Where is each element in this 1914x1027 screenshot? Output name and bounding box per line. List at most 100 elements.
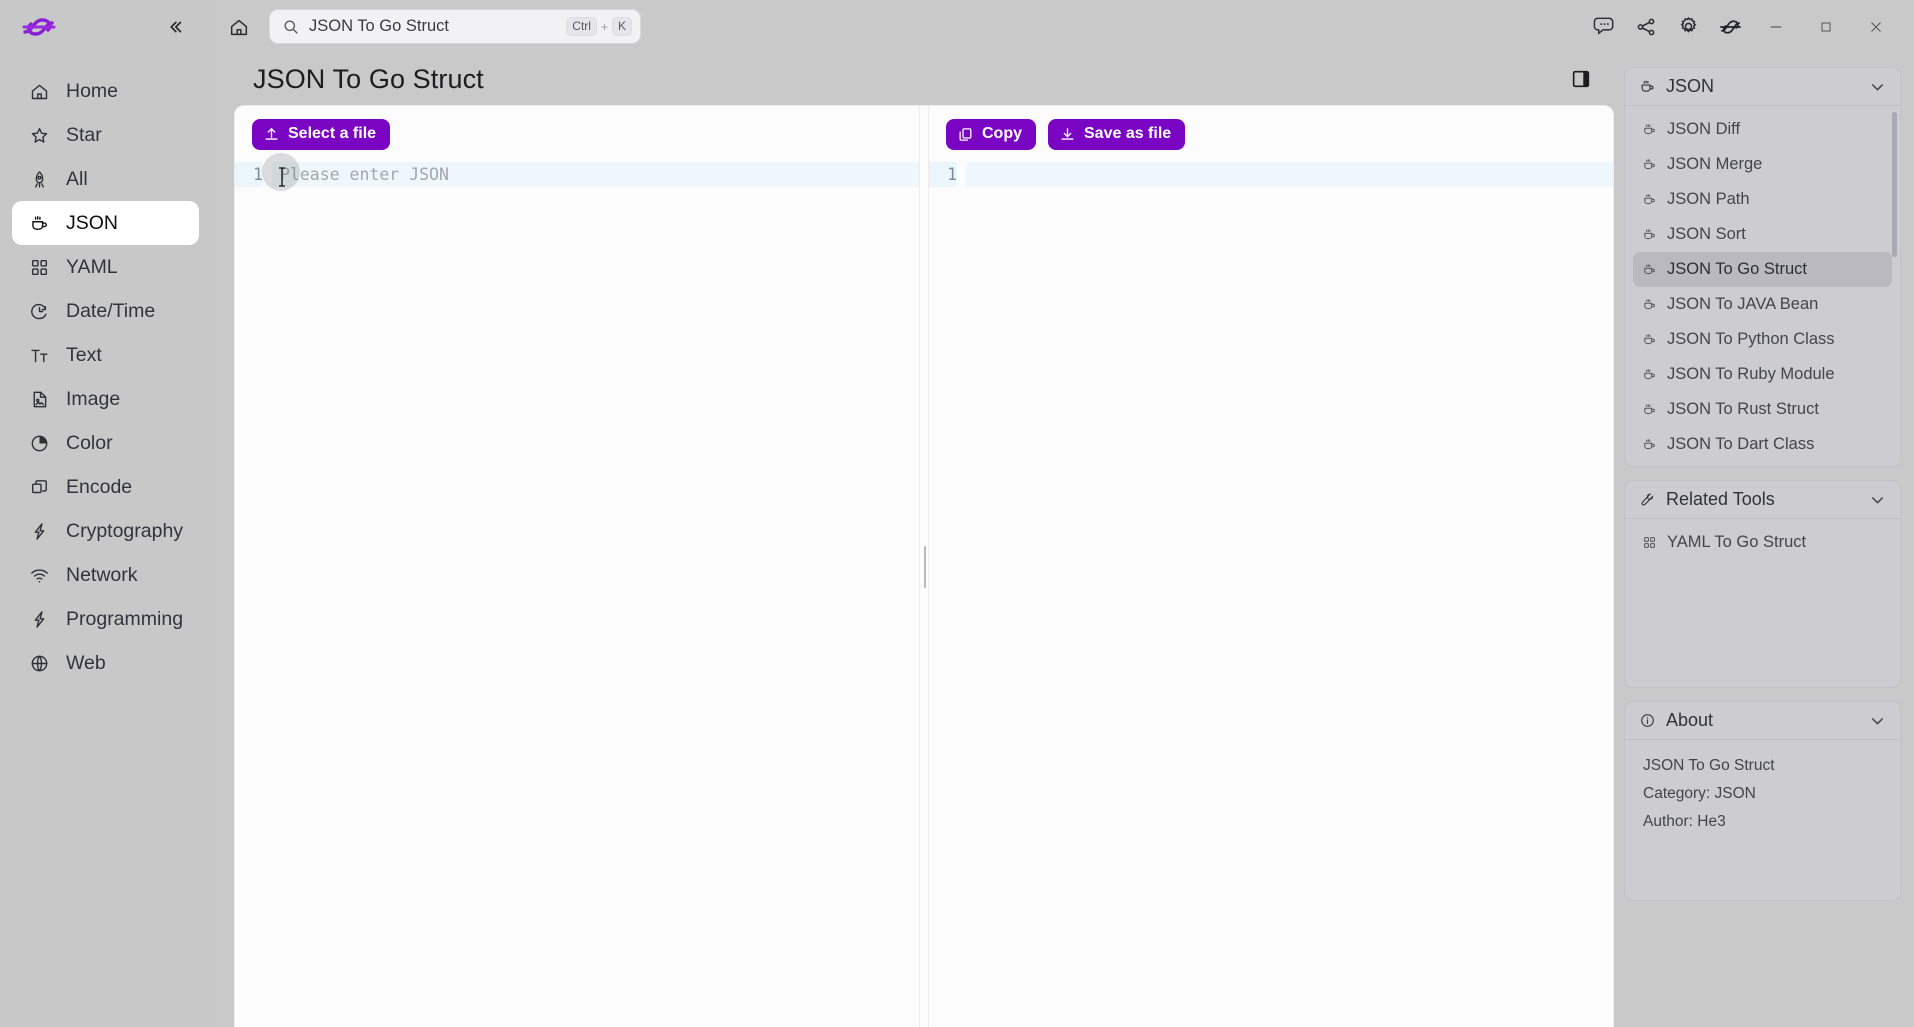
sidebar-item-cryptography[interactable]: Cryptography	[12, 509, 199, 553]
toggle-right-panel-icon[interactable]	[1568, 66, 1594, 92]
share-icon[interactable]	[1630, 11, 1662, 43]
sidebar-item-web[interactable]: Web	[12, 641, 199, 685]
chevron-down-icon[interactable]	[1868, 77, 1887, 96]
sidebar-item-star[interactable]: Star	[12, 113, 199, 157]
coffee-cup-icon	[1639, 78, 1656, 95]
sidebar-item-text[interactable]: Text	[12, 333, 199, 377]
download-icon	[1059, 126, 1076, 143]
sidebar-item-image[interactable]: Image	[12, 377, 199, 421]
related-tools-list: YAML To Go Struct	[1625, 519, 1900, 687]
chevron-down-icon[interactable]	[1868, 490, 1887, 509]
save-as-file-label: Save as file	[1084, 125, 1172, 142]
shortcut-key: K	[611, 17, 632, 36]
sidebar-item-programming[interactable]: Programming	[12, 597, 199, 641]
app-logo-icon[interactable]	[1714, 11, 1746, 43]
sidebar-item-label: Encode	[66, 475, 133, 498]
coffee-cup-icon	[1642, 262, 1657, 277]
tool-list-item[interactable]: YAML To Go Struct	[1633, 525, 1892, 560]
color-pie-icon	[28, 432, 50, 454]
sidebar-item-color[interactable]: Color	[12, 421, 199, 465]
about-card-header[interactable]: About	[1625, 702, 1900, 740]
tool-list-item[interactable]: JSON Sort	[1633, 217, 1892, 252]
image-file-icon	[28, 388, 50, 410]
sidebar-item-label: Color	[66, 431, 113, 454]
sidebar-item-all[interactable]: All	[12, 157, 199, 201]
minimize-button[interactable]	[1756, 11, 1796, 43]
shortcut-plus: +	[600, 19, 608, 34]
search-icon	[282, 18, 299, 35]
input-placeholder: Please enter JSON	[280, 165, 449, 184]
related-tools-header[interactable]: Related Tools	[1625, 481, 1900, 519]
pane-splitter[interactable]	[919, 106, 929, 1027]
wrench-icon	[1639, 491, 1656, 508]
tool-list-item-label: JSON To Go Struct	[1667, 260, 1807, 278]
coffee-cup-icon	[1642, 437, 1657, 452]
code-line[interactable]: Please enter JSON	[272, 162, 919, 187]
output-gutter: 1	[929, 162, 966, 1027]
left-sidebar: Home Star All JSON YAML Date/Time Text Image Col…	[0, 0, 213, 1027]
shortcut-modifier: Ctrl	[566, 17, 597, 36]
home-icon[interactable]	[221, 9, 257, 45]
tool-list-item[interactable]: JSON To Ruby Module	[1633, 357, 1892, 392]
output-code-area[interactable]: 1	[929, 162, 1613, 1027]
tools-list[interactable]: JSON Diff JSON Merge JSON Path JSON Sort JSO…	[1625, 106, 1900, 466]
coffee-cup-icon	[28, 212, 50, 234]
tool-list-item-label: JSON To JAVA Bean	[1667, 295, 1819, 313]
close-button[interactable]	[1856, 11, 1896, 43]
titlebar-actions	[1588, 11, 1896, 43]
tool-list-item[interactable]: JSON To Rust Struct	[1633, 392, 1892, 427]
tool-list-item[interactable]: JSON To JAVA Bean	[1633, 287, 1892, 322]
tools-list-scrollbar[interactable]	[1892, 112, 1897, 257]
wifi-icon	[28, 564, 50, 586]
copy-label: Copy	[982, 125, 1022, 142]
feedback-chat-icon[interactable]	[1588, 11, 1620, 43]
tools-card-header[interactable]: JSON	[1625, 68, 1900, 106]
tool-list-item[interactable]: JSON To Python Class	[1633, 322, 1892, 357]
gear-icon[interactable]	[1672, 11, 1704, 43]
coffee-cup-icon	[1642, 367, 1657, 382]
coffee-cup-icon	[1642, 297, 1657, 312]
page-header: JSON To Go Struct	[226, 53, 1614, 105]
coffee-cup-icon	[1642, 122, 1657, 137]
tool-list-item[interactable]: JSON Diff	[1633, 112, 1892, 147]
upload-icon	[263, 126, 280, 143]
sidebar-item-encode[interactable]: Encode	[12, 465, 199, 509]
sidebar-item-label: Network	[66, 563, 138, 586]
input-code-area[interactable]: 1 Please enter JSON	[235, 162, 919, 1027]
tool-list-item[interactable]: JSON Path	[1633, 182, 1892, 217]
about-line: Author: He3	[1643, 813, 1726, 830]
collapse-sidebar-button[interactable]	[161, 14, 187, 40]
chevron-down-icon[interactable]	[1868, 711, 1887, 730]
search-input[interactable]: JSON To Go Struct Ctrl + K	[269, 9, 641, 44]
star-icon	[28, 124, 50, 146]
sidebar-item-label: Text	[66, 343, 102, 366]
page-title: JSON To Go Struct	[253, 63, 484, 94]
sidebar-item-label: Web	[66, 651, 106, 674]
tool-list-item-label: JSON Merge	[1667, 155, 1763, 173]
right-sidebar: JSON JSON Diff JSON Merge JSON Path JSON So…	[1614, 53, 1914, 1027]
layers-icon	[28, 476, 50, 498]
sidebar-item-label: JSON	[66, 211, 119, 234]
tool-list-item-label: JSON To Rust Struct	[1667, 400, 1819, 418]
sidebar-item-network[interactable]: Network	[12, 553, 199, 597]
tool-list-item[interactable]: JSON Merge	[1633, 147, 1892, 182]
copy-button[interactable]: Copy	[946, 118, 1036, 150]
input-code-body[interactable]: Please enter JSON	[272, 162, 919, 1027]
sidebar-item-home[interactable]: Home	[12, 69, 199, 113]
grid-squares-icon	[1642, 535, 1657, 550]
code-line[interactable]	[966, 162, 1613, 187]
sidebar-item-date-time[interactable]: Date/Time	[12, 289, 199, 333]
coffee-cup-icon	[1642, 192, 1657, 207]
output-code-body[interactable]	[966, 162, 1613, 1027]
tools-card: JSON JSON Diff JSON Merge JSON Path JSON So…	[1624, 67, 1901, 467]
tool-list-item[interactable]: JSON To Dart Class	[1633, 427, 1892, 462]
select-file-button[interactable]: Select a file	[252, 118, 391, 150]
coffee-cup-icon	[1642, 332, 1657, 347]
sidebar-item-yaml[interactable]: YAML	[12, 245, 199, 289]
tool-list-item[interactable]: JSON To Go Struct	[1633, 252, 1892, 287]
maximize-button[interactable]	[1806, 11, 1846, 43]
sidebar-item-json[interactable]: JSON	[12, 201, 199, 245]
tools-card-title: JSON	[1666, 76, 1715, 96]
about-line: JSON To Go Struct	[1643, 757, 1775, 774]
save-as-file-button[interactable]: Save as file	[1048, 118, 1186, 150]
